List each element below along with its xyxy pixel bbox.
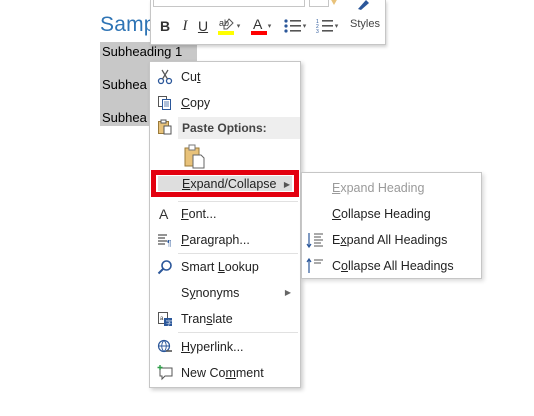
new-comment-icon xyxy=(156,364,174,382)
menu-item-paragraph[interactable]: ¶ Paragraph... xyxy=(150,227,300,253)
translate-icon: a字 xyxy=(156,310,174,328)
smart-lookup-icon xyxy=(156,258,174,276)
paste-keep-source-formatting-button[interactable] xyxy=(183,144,209,170)
expand-all-icon xyxy=(306,231,324,249)
chevron-down-icon[interactable]: ▾ xyxy=(268,22,272,30)
menu-item-label: Paragraph... xyxy=(181,233,250,247)
font-size-box[interactable] xyxy=(309,0,329,7)
menu-item-cut[interactable]: Cut xyxy=(150,64,300,90)
submenu-item-label: Collapse Heading xyxy=(332,207,431,221)
menu-item-label: Font... xyxy=(181,207,217,221)
menu-item-label: Smart Lookup xyxy=(181,260,259,274)
highlighter-icon: ab xyxy=(217,18,234,35)
menu-item-synonyms[interactable]: Synonyms ▶ xyxy=(150,280,300,306)
context-menu: Cut Copy Paste Options: A Font... ¶ Para… xyxy=(149,61,301,388)
svg-text:A: A xyxy=(253,16,263,32)
hyperlink-icon xyxy=(156,338,174,356)
copy-icon xyxy=(156,94,174,112)
document-line[interactable]: Subhea xyxy=(102,77,147,92)
submenu-item-collapse-all-headings[interactable]: Collapse All Headings xyxy=(302,253,481,279)
menu-item-expand-collapse[interactable]: Expand/Collapse ▶ xyxy=(151,170,299,197)
numbering-button[interactable]: 1 2 3 ▾ xyxy=(313,15,341,37)
menu-item-label: Translate xyxy=(181,312,233,326)
font-color-icon: A xyxy=(250,16,267,35)
scissors-icon xyxy=(156,68,174,86)
menu-separator xyxy=(178,332,298,333)
document-heading[interactable]: Samp xyxy=(100,13,156,37)
menu-item-hyperlink[interactable]: Hyperlink... xyxy=(150,334,300,360)
expand-collapse-submenu: Expand Heading Collapse Heading Expand A… xyxy=(301,172,482,279)
menu-item-label: Expand/Collapse xyxy=(182,177,277,191)
menu-item-label: New Comment xyxy=(181,366,264,380)
menu-item-label: Copy xyxy=(181,96,211,110)
submenu-item-label: Expand All Headings xyxy=(332,233,448,247)
submenu-item-expand-all-headings[interactable]: Expand All Headings xyxy=(302,227,481,253)
mini-toolbar: B I U ab ▾ A ▾ ▾ 1 2 3 ▾ Styles xyxy=(150,0,386,45)
numbering-icon: 1 2 3 xyxy=(316,19,333,34)
menu-item-smart-lookup[interactable]: Smart Lookup xyxy=(150,254,300,280)
submenu-item-label: Collapse All Headings xyxy=(332,259,454,273)
document-line[interactable]: Subhea xyxy=(102,110,147,125)
svg-text:字: 字 xyxy=(166,319,172,327)
bullets-icon xyxy=(284,19,301,33)
clipboard-icon xyxy=(156,118,174,136)
menu-item-new-comment[interactable]: New Comment xyxy=(150,360,300,386)
menu-item-label: Synonyms xyxy=(181,286,240,300)
highlight-button[interactable]: ab ▾ xyxy=(215,15,243,37)
font-icon: A xyxy=(156,205,174,223)
bold-button[interactable]: B xyxy=(157,15,173,37)
styles-button[interactable]: Styles xyxy=(350,18,380,30)
submenu-item-expand-heading: Expand Heading xyxy=(302,175,481,201)
font-name-box[interactable] xyxy=(153,0,305,7)
svg-text:¶: ¶ xyxy=(167,239,171,248)
bullets-button[interactable]: ▾ xyxy=(281,15,309,37)
svg-text:A: A xyxy=(159,206,169,222)
submenu-item-collapse-heading[interactable]: Collapse Heading xyxy=(302,201,481,227)
paragraph-icon: ¶ xyxy=(156,231,174,249)
svg-text:3: 3 xyxy=(316,29,319,34)
submenu-arrow-icon: ▶ xyxy=(283,180,290,189)
chevron-down-icon[interactable]: ▾ xyxy=(303,22,307,30)
submenu-arrow-icon: ▶ xyxy=(284,288,291,297)
underline-button[interactable]: U xyxy=(195,15,211,37)
format-painter-icon[interactable] xyxy=(356,0,372,10)
italic-button[interactable]: I xyxy=(177,15,193,37)
shrink-font-icon[interactable] xyxy=(329,0,339,6)
paste-clipboard-icon xyxy=(184,144,205,169)
font-color-button[interactable]: A ▾ xyxy=(247,15,275,37)
submenu-item-label: Expand Heading xyxy=(332,181,425,195)
document-line[interactable]: Subheading 1 xyxy=(102,44,182,59)
paste-options-header: Paste Options: xyxy=(178,117,300,139)
menu-item-label: Hyperlink... xyxy=(181,340,244,354)
menu-item-copy[interactable]: Copy xyxy=(150,90,300,116)
chevron-down-icon[interactable]: ▾ xyxy=(335,22,339,30)
menu-item-font[interactable]: A Font... xyxy=(150,201,300,227)
menu-item-translate[interactable]: a字 Translate xyxy=(150,306,300,332)
menu-item-label: Cut xyxy=(181,70,201,84)
collapse-all-icon xyxy=(306,257,324,275)
chevron-down-icon[interactable]: ▾ xyxy=(237,22,241,30)
